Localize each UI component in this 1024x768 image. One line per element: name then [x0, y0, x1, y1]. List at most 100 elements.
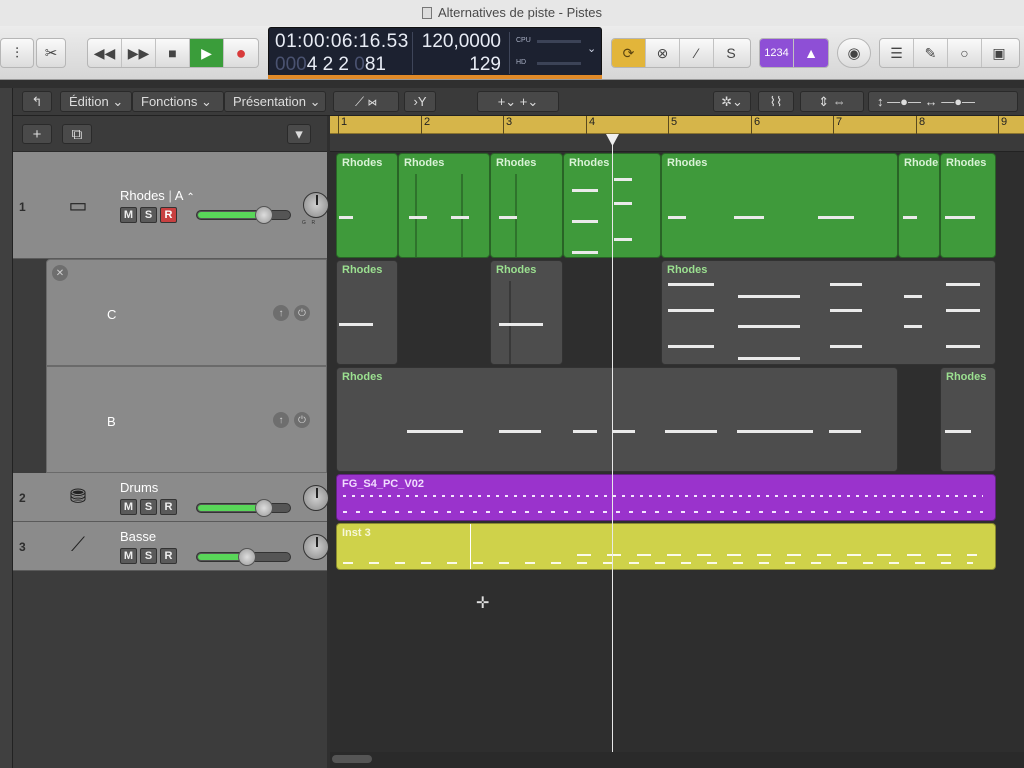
ruler-bar: 7	[833, 116, 842, 134]
solo-icon[interactable]: S	[714, 39, 748, 67]
record-enable-button[interactable]: R	[160, 548, 177, 564]
track-number: 3	[19, 540, 26, 554]
playhead[interactable]	[612, 134, 613, 752]
lcd-division: 2	[338, 54, 349, 75]
track-name: Drums	[120, 480, 159, 495]
region-drums[interactable]: FG_S4_PC_V02	[336, 474, 996, 521]
list-icon[interactable]: ☰	[880, 39, 914, 67]
region-rhodes[interactable]: Rhodes	[661, 153, 898, 258]
master-volume-knob[interactable]: ◉	[837, 38, 871, 68]
record-icon[interactable]: ●	[224, 39, 258, 67]
record-enable-button[interactable]: R	[160, 207, 177, 223]
transport-controls: ◀◀ ▶▶ ■ ▶ ●	[87, 38, 259, 68]
horizontal-scrollbar[interactable]	[330, 752, 1024, 768]
alternative-name: B	[107, 414, 116, 429]
pan-knob[interactable]	[303, 485, 329, 511]
alternative-name: C	[107, 307, 117, 322]
mute-button[interactable]: M	[120, 548, 137, 564]
track-header-toolbar: + ⧉ ▾	[13, 116, 327, 152]
alternative-selector[interactable]: A	[175, 188, 183, 203]
loops-icon[interactable]: ○	[948, 39, 982, 67]
region-rhodes[interactable]: Rhodes	[336, 260, 398, 365]
title-bar: Alternatives de piste - Pistes	[0, 0, 1024, 26]
note-pad-icon[interactable]: ✎	[914, 39, 948, 67]
zoom-fit-icon[interactable]: ⇕ ⇔	[800, 91, 864, 112]
back-arrow-icon[interactable]: ↰	[22, 91, 52, 112]
gear-icon[interactable]: ✲⌄	[713, 91, 751, 112]
collapse-icon[interactable]: ▾	[287, 124, 311, 144]
region-rhodes[interactable]: Rhodes	[398, 153, 490, 258]
mute-button[interactable]: M	[120, 207, 137, 223]
region-rhodes[interactable]: Rhodes	[940, 367, 996, 472]
pan-knob[interactable]	[303, 534, 329, 560]
power-icon[interactable]: ⏻	[294, 412, 310, 428]
region-bass[interactable]: Inst 3	[336, 523, 996, 570]
inspector-edge[interactable]	[0, 88, 13, 768]
tool-menus[interactable]: +⌄ +⌄	[477, 91, 559, 112]
region-rhodes[interactable]: Rhodes	[490, 260, 563, 365]
close-icon[interactable]: ✕	[52, 265, 68, 281]
track-drums[interactable]: 2 ⛃ Drums M S R	[13, 473, 329, 522]
region-rhodes[interactable]: Rhodes	[940, 153, 996, 258]
stop-icon[interactable]: ■	[156, 39, 190, 67]
plus-icon[interactable]: +	[22, 124, 52, 144]
track-name: Basse	[120, 529, 157, 544]
play-icon[interactable]: ▶	[190, 39, 224, 67]
metronome-icon[interactable]: ▲	[794, 39, 828, 67]
browser-icon[interactable]: ▣	[982, 39, 1016, 67]
arrow-up-icon[interactable]: ↑	[273, 412, 289, 428]
automation-icon[interactable]: ⟋ ⋈	[333, 91, 399, 112]
mute-button[interactable]: M	[120, 499, 137, 515]
waveform-icon[interactable]: ⌇⌇	[758, 91, 794, 112]
tuner-icon[interactable]: ⁄	[680, 39, 714, 67]
solo-button[interactable]: S	[140, 548, 157, 564]
ruler-bar: 3	[503, 116, 512, 134]
region-rhodes[interactable]: Rhodes	[336, 153, 398, 258]
ruler-bar: 1	[338, 116, 347, 134]
functions-menu[interactable]: Fonctions ⌄	[132, 91, 224, 112]
mixer-icon[interactable]: ⫶	[0, 38, 34, 68]
arrow-up-icon[interactable]: ↑	[273, 305, 289, 321]
replace-icon[interactable]: ⊗	[646, 39, 680, 67]
bass-guitar-icon: ⟋	[71, 533, 85, 556]
ruler-bar: 2	[421, 116, 430, 134]
region-rhodes[interactable]: Rhodes	[898, 153, 940, 258]
ruler-bar: 4	[586, 116, 595, 134]
duplicate-icon[interactable]: ⧉	[62, 124, 92, 144]
region-rhodes[interactable]: Rhodes	[336, 367, 898, 472]
lcd-display[interactable]: 01:00:06:16.53 0004 2 2 081 120,0000 129…	[268, 27, 602, 77]
track-bass[interactable]: 3 ⟋ Basse M S R	[13, 522, 329, 571]
lcd-bar: 4	[306, 54, 318, 75]
tracks-toolbar: ↰ Édition ⌄ Fonctions ⌄ Présentation ⌄ ⟋…	[0, 88, 1024, 116]
track-rhodes[interactable]: 1 ▭ Rhodes | A ⌃ M S R G R	[13, 152, 329, 259]
volume-fader[interactable]	[196, 548, 291, 566]
bar-ruler[interactable]: 1 2 3 4 5 6 7 8 9	[330, 116, 1024, 134]
marker-lane[interactable]	[330, 134, 1024, 152]
scrollbar-thumb[interactable]	[332, 755, 372, 763]
fast-forward-icon[interactable]: ▶▶	[122, 39, 156, 67]
pan-right-label: R	[311, 220, 316, 226]
rewind-icon[interactable]: ◀◀	[88, 39, 122, 67]
zoom-sliders[interactable]: ↕ —●— ↔ —●—	[868, 91, 1018, 112]
solo-button[interactable]: S	[140, 207, 157, 223]
arrange-area[interactable]: Rhodes Rhodes Rhodes Rhodes Rhodes Rhode…	[330, 152, 1024, 752]
pan-knob[interactable]	[303, 192, 329, 218]
region-rhodes[interactable]: Rhodes	[661, 260, 996, 365]
hd-label: HD	[516, 59, 527, 66]
lcd-tempo-lower: 129	[469, 54, 501, 75]
alternative-lane-c[interactable]: ✕ C ↑ ⏻	[46, 259, 327, 366]
scissors-icon[interactable]: ✂	[36, 38, 66, 68]
chevron-down-icon[interactable]: ⌄	[587, 42, 596, 55]
region-rhodes[interactable]: Rhodes	[490, 153, 563, 258]
count-in-button[interactable]: 1234	[760, 39, 794, 67]
cycle-icon[interactable]: ⟳	[612, 39, 646, 67]
volume-fader[interactable]	[196, 206, 291, 224]
alternative-lane-b[interactable]: B ↑ ⏻	[46, 366, 327, 473]
view-menu[interactable]: Présentation ⌄	[224, 91, 326, 112]
power-icon[interactable]: ⏻	[294, 305, 310, 321]
solo-button[interactable]: S	[140, 499, 157, 515]
record-enable-button[interactable]: R	[160, 499, 177, 515]
volume-fader[interactable]	[196, 499, 291, 517]
catch-icon[interactable]: ›Y	[404, 91, 436, 112]
edit-menu[interactable]: Édition ⌄	[60, 91, 132, 112]
